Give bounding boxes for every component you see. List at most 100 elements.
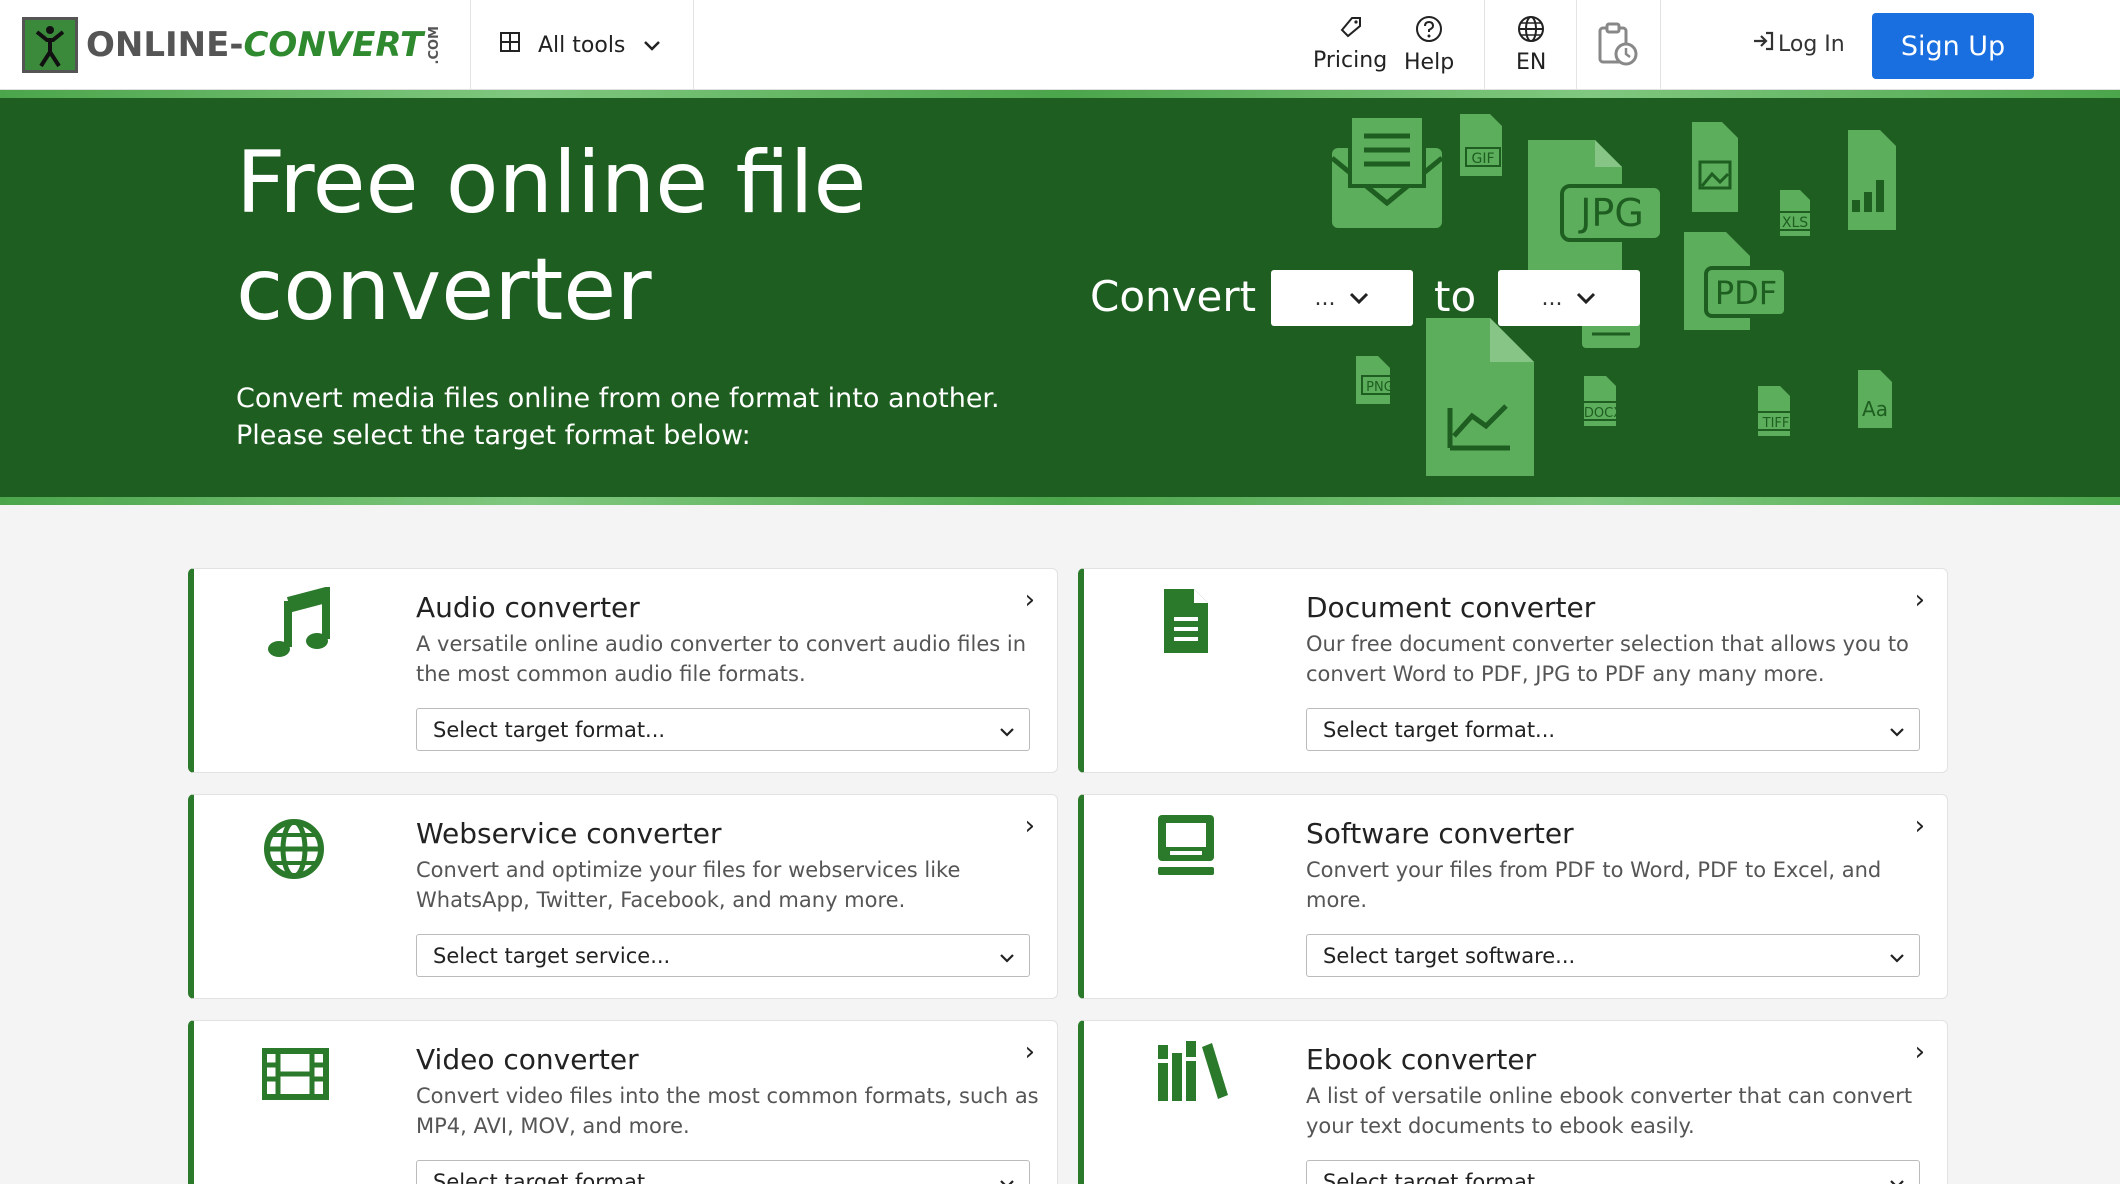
document-format-select[interactable]: Select target format... [1306,708,1920,751]
music-note-icon [262,585,336,661]
card-title: Webservice converter [416,817,722,850]
logo-text: ONLINE-CONVERT [86,25,423,65]
card-description: Convert your files from PDF to Word, PDF… [1306,858,1882,912]
computer-icon [1156,813,1230,887]
help-label: Help [1404,50,1455,75]
chevron-right-icon[interactable]: › [1915,811,1925,841]
video-format-select[interactable]: Select target format... [416,1160,1030,1184]
card-title: Ebook converter [1306,1043,1537,1076]
pricing-link[interactable]: Pricing [1313,14,1387,73]
logo-com: .COM [427,25,443,65]
card-title: Audio converter [416,591,640,624]
globe-icon [1516,14,1546,50]
ebook-converter-card[interactable]: Ebook converter › A list of versatile on… [1078,1020,1948,1184]
signup-button[interactable]: Sign Up [1872,13,2034,79]
font-badge: Aa [1862,397,1888,421]
hero-strip-top [0,90,2120,98]
globe-icon [262,813,336,887]
pdf-badge: PDF [1715,274,1777,312]
from-format-select[interactable]: ... [1271,270,1413,326]
select-placeholder: Select target software... [1323,943,1576,968]
from-format-value: ... [1314,285,1336,311]
gif-badge: GIF [1471,151,1494,167]
all-tools-menu[interactable]: All tools [500,25,661,65]
logo[interactable]: ONLINE-CONVERT .COM [22,17,442,73]
document-icon [1156,587,1230,661]
chevron-down-icon [1889,944,1905,968]
audio-converter-card[interactable]: Audio converter › A versatile online aud… [188,568,1058,773]
hero-banner: GIF JPG XLS PDF PNG DOCX TIFF Aa Free on… [0,90,2120,505]
tag-icon [1336,14,1364,48]
chevron-down-icon [999,718,1015,742]
pricing-label: Pricing [1313,48,1388,73]
hero-subtitle: Convert media files online from one form… [236,383,1000,451]
chevron-down-icon [999,944,1015,968]
chevron-down-icon [1349,286,1369,311]
clipboard-clock-icon [1596,22,1640,74]
chevron-right-icon[interactable]: › [1025,585,1035,615]
software-select[interactable]: Select target software... [1306,934,1920,977]
document-converter-card[interactable]: Document converter › Our free document c… [1078,568,1948,773]
card-description: A versatile online audio converter to co… [416,632,1027,686]
software-converter-card[interactable]: Software converter › Convert your files … [1078,794,1948,999]
top-header: ONLINE-CONVERT .COM All tools Pricing He… [0,0,2120,90]
chevron-down-icon [1889,718,1905,742]
film-icon [261,1039,336,1113]
card-title: Document converter [1306,591,1596,624]
docx-badge: DOCX [1584,406,1622,421]
video-converter-card[interactable]: Video converter › Convert video files in… [188,1020,1058,1184]
chevron-right-icon[interactable]: › [1025,1037,1035,1067]
card-title: Video converter [416,1043,639,1076]
ebook-format-select[interactable]: Select target format... [1306,1160,1920,1184]
language-label: EN [1516,50,1547,75]
jpg-badge: JPG [1578,191,1644,235]
xls-badge: XLS [1782,215,1808,231]
history-button[interactable] [1596,22,1640,74]
to-format-value: ... [1541,285,1563,311]
all-tools-label: All tools [538,32,626,58]
convert-label: Convert [1090,272,1257,321]
select-placeholder: Select target format... [1323,1169,1556,1184]
card-description: A list of versatile online ebook convert… [1306,1084,1913,1138]
select-placeholder: Select target service... [433,943,671,968]
login-label: Log In [1778,31,1845,57]
select-placeholder: Select target format... [433,717,666,742]
chevron-right-icon[interactable]: › [1915,1037,1925,1067]
chevron-down-icon [643,33,661,58]
to-format-select[interactable]: ... [1498,270,1640,326]
hero-strip-bottom [0,497,2120,505]
chevron-down-icon [1576,286,1596,311]
help-icon [1414,14,1444,50]
header-divider [1660,0,1661,90]
books-icon [1156,1039,1230,1113]
logo-text-b: CONVERT [243,25,424,65]
chevron-right-icon[interactable]: › [1025,811,1035,841]
chevron-down-icon [1889,1170,1905,1184]
logo-text-a: ONLINE- [86,25,244,65]
chevron-down-icon [999,1170,1015,1184]
audio-format-select[interactable]: Select target format... [416,708,1030,751]
webservice-select[interactable]: Select target service... [416,934,1030,977]
tiff-badge: TIFF [1762,416,1790,431]
card-description: Convert and optimize your files for webs… [416,858,961,912]
card-description: Convert video files into the most common… [416,1084,1039,1138]
chevron-right-icon[interactable]: › [1915,585,1925,615]
grid-icon [500,32,520,58]
png-badge: PNG [1366,380,1394,395]
page-title: Free online file converter [236,133,867,340]
login-link[interactable]: Log In [1752,30,1845,58]
select-placeholder: Select target format... [433,1169,666,1184]
webservice-converter-card[interactable]: Webservice converter › Convert and optim… [188,794,1058,999]
help-link[interactable]: Help [1404,14,1454,75]
card-title: Software converter [1306,817,1574,850]
header-divider [1576,0,1577,90]
header-divider [470,0,471,90]
to-label: to [1434,272,1477,321]
select-placeholder: Select target format... [1323,717,1556,742]
header-divider [1484,0,1485,90]
login-icon [1752,30,1774,58]
header-divider [693,0,694,90]
logo-mark [22,17,78,73]
language-selector[interactable]: EN [1516,14,1546,75]
card-description: Our free document converter selection th… [1306,632,1909,686]
